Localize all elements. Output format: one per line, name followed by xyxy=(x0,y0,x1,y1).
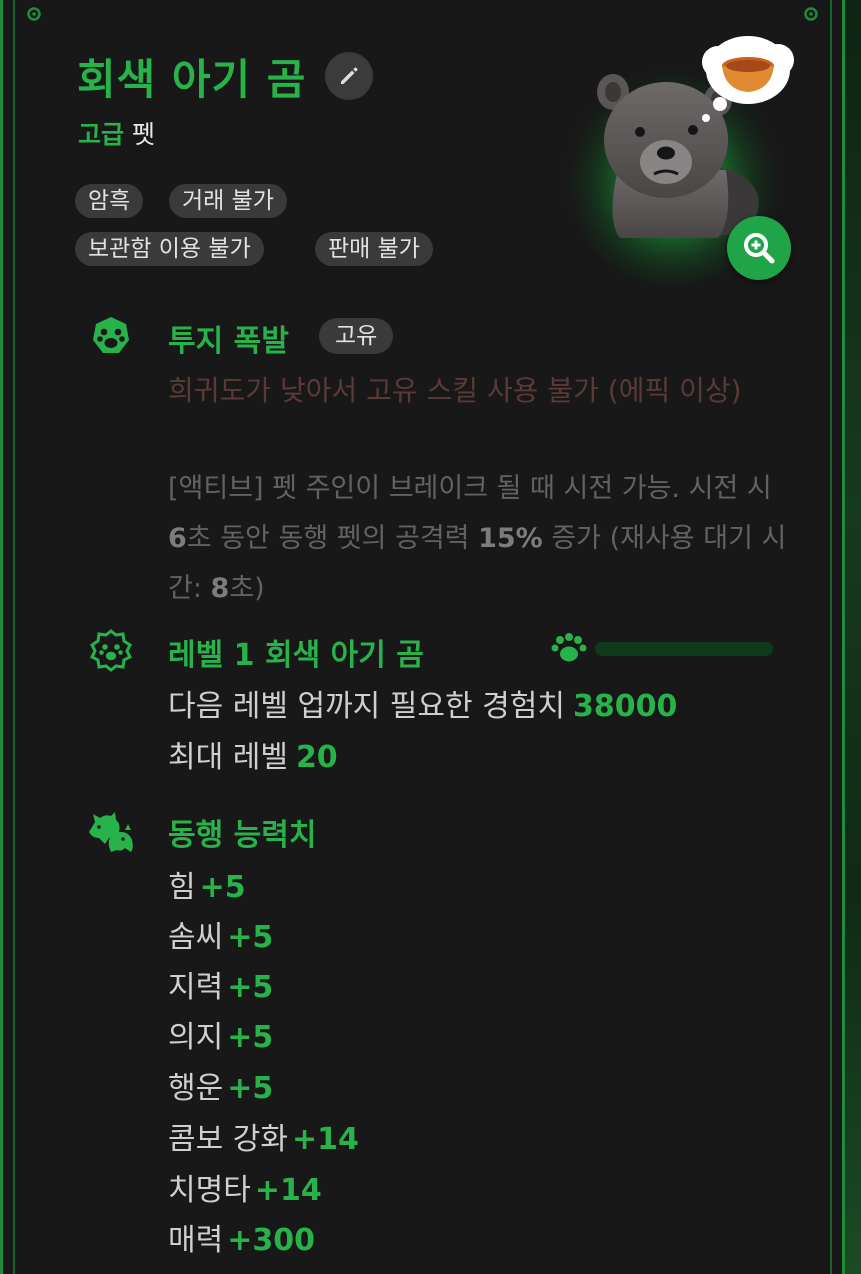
paw-icon xyxy=(93,317,129,353)
pet-tooltip-card: 회색 아기 곰 고급 펫 암흑 거래 불가 보관함 이용 불가 판매 불가 투지… xyxy=(0,0,845,1274)
max-level: 최대 레벨 20 xyxy=(168,740,338,775)
tag-no-storage: 보관함 이용 불가 xyxy=(75,232,264,266)
paw-badge-icon xyxy=(89,629,133,672)
stats-title: 동행 능력치 xyxy=(168,818,317,853)
unique-badge: 고유 xyxy=(319,318,394,354)
pet-portrait xyxy=(563,36,794,285)
next-level-exp: 다음 레벨 업까지 필요한 경험치 38000 xyxy=(168,689,678,724)
pet-grade-line: 고급 펫 xyxy=(78,115,155,151)
corner-ornament-icon xyxy=(27,7,41,21)
tag-unsellable: 판매 불가 xyxy=(315,232,433,266)
zoom-in-icon xyxy=(744,233,775,264)
rename-button[interactable] xyxy=(325,52,373,100)
skill-warning: 희귀도가 낮아서 고유 스킬 사용 불가 (에픽 이상) xyxy=(168,374,742,407)
level-progress-bar xyxy=(595,642,773,656)
animal-heads-icon xyxy=(89,812,133,852)
stat-row: 행운 +5 xyxy=(168,1071,274,1106)
stat-row: 지력 +5 xyxy=(168,970,274,1005)
stat-row: 의지 +5 xyxy=(168,1020,274,1055)
skill-title: 투지 폭발 xyxy=(168,324,289,359)
stat-row: 매력 +300 xyxy=(168,1223,315,1258)
stat-row: 힘 +5 xyxy=(168,870,246,905)
pencil-icon xyxy=(341,67,358,84)
level-title: 레벨 1 회색 아기 곰 xyxy=(168,638,424,673)
stat-row: 콤보 강화 +14 xyxy=(168,1122,359,1157)
tag-untradeable: 거래 불가 xyxy=(169,184,287,218)
pet-kind: 펫 xyxy=(132,120,156,149)
skill-description: [액티브] 펫 주인이 브레이크 될 때 시전 가능. 시전 시 6초 동안 동… xyxy=(168,473,787,604)
paw-icon xyxy=(551,633,587,662)
pet-name: 회색 아기 곰 xyxy=(77,55,307,104)
zoom-button[interactable] xyxy=(727,216,791,280)
stat-row: 솜씨 +5 xyxy=(168,920,274,955)
pet-grade: 고급 xyxy=(78,120,125,149)
stat-row: 치명타 +14 xyxy=(168,1173,322,1208)
tag-darkness: 암흑 xyxy=(75,184,144,218)
